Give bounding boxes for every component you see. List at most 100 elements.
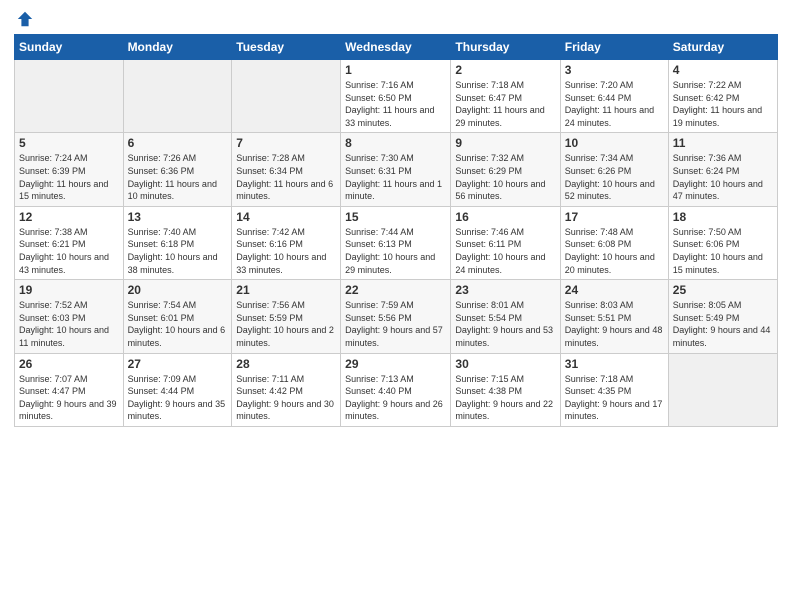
day-info: Sunrise: 7:36 AM Sunset: 6:24 PM Dayligh… — [673, 152, 773, 202]
day-info: Sunrise: 8:03 AM Sunset: 5:51 PM Dayligh… — [565, 299, 664, 349]
calendar-cell: 10 Sunrise: 7:34 AM Sunset: 6:26 PM Dayli… — [560, 133, 668, 206]
calendar-day-header: Wednesday — [341, 35, 451, 60]
day-number: 10 — [565, 136, 664, 150]
day-info: Sunrise: 7:09 AM Sunset: 4:44 PM Dayligh… — [128, 373, 228, 423]
calendar-table: SundayMondayTuesdayWednesdayThursdayFrid… — [14, 34, 778, 427]
calendar-day-header: Tuesday — [232, 35, 341, 60]
day-info: Sunrise: 7:59 AM Sunset: 5:56 PM Dayligh… — [345, 299, 446, 349]
calendar-cell: 3 Sunrise: 7:20 AM Sunset: 6:44 PM Daylig… — [560, 60, 668, 133]
day-number: 28 — [236, 357, 336, 371]
calendar-cell: 11 Sunrise: 7:36 AM Sunset: 6:24 PM Dayli… — [668, 133, 777, 206]
calendar-cell: 19 Sunrise: 7:52 AM Sunset: 6:03 PM Dayli… — [15, 280, 124, 353]
calendar-cell: 5 Sunrise: 7:24 AM Sunset: 6:39 PM Daylig… — [15, 133, 124, 206]
day-info: Sunrise: 7:38 AM Sunset: 6:21 PM Dayligh… — [19, 226, 119, 276]
day-info: Sunrise: 7:26 AM Sunset: 6:36 PM Dayligh… — [128, 152, 228, 202]
calendar-cell — [668, 353, 777, 426]
day-number: 30 — [455, 357, 555, 371]
calendar-cell: 24 Sunrise: 8:03 AM Sunset: 5:51 PM Dayli… — [560, 280, 668, 353]
day-number: 21 — [236, 283, 336, 297]
calendar-cell: 25 Sunrise: 8:05 AM Sunset: 5:49 PM Dayli… — [668, 280, 777, 353]
calendar-cell: 23Sunrise: 8:01 AM Sunset: 5:54 PM Dayli… — [451, 280, 560, 353]
day-number: 18 — [673, 210, 773, 224]
day-number: 19 — [19, 283, 119, 297]
calendar-cell: 22Sunrise: 7:59 AM Sunset: 5:56 PM Dayli… — [341, 280, 451, 353]
day-info: Sunrise: 7:52 AM Sunset: 6:03 PM Dayligh… — [19, 299, 119, 349]
calendar-cell — [232, 60, 341, 133]
day-number: 20 — [128, 283, 228, 297]
day-info: Sunrise: 7:15 AM Sunset: 4:38 PM Dayligh… — [455, 373, 555, 423]
day-info: Sunrise: 7:20 AM Sunset: 6:44 PM Dayligh… — [565, 79, 664, 129]
day-info: Sunrise: 7:16 AM Sunset: 6:50 PM Dayligh… — [345, 79, 446, 129]
calendar-cell: 15Sunrise: 7:44 AM Sunset: 6:13 PM Dayli… — [341, 206, 451, 279]
calendar-week-row: 12 Sunrise: 7:38 AM Sunset: 6:21 PM Dayli… — [15, 206, 778, 279]
day-number: 2 — [455, 63, 555, 77]
day-info: Sunrise: 7:11 AM Sunset: 4:42 PM Dayligh… — [236, 373, 336, 423]
day-number: 11 — [673, 136, 773, 150]
calendar-cell: 26 Sunrise: 7:07 AM Sunset: 4:47 PM Dayli… — [15, 353, 124, 426]
day-number: 13 — [128, 210, 228, 224]
calendar-cell: 29 Sunrise: 7:13 AM Sunset: 4:40 PM Dayli… — [341, 353, 451, 426]
day-number: 24 — [565, 283, 664, 297]
day-number: 9 — [455, 136, 555, 150]
calendar-week-row: 5 Sunrise: 7:24 AM Sunset: 6:39 PM Daylig… — [15, 133, 778, 206]
calendar-day-header: Thursday — [451, 35, 560, 60]
calendar-cell: 8 Sunrise: 7:30 AM Sunset: 6:31 PM Daylig… — [341, 133, 451, 206]
day-number: 31 — [565, 357, 664, 371]
day-number: 29 — [345, 357, 446, 371]
calendar-cell: 27 Sunrise: 7:09 AM Sunset: 4:44 PM Dayli… — [123, 353, 232, 426]
calendar-cell: 7Sunrise: 7:28 AM Sunset: 6:34 PM Daylig… — [232, 133, 341, 206]
day-number: 3 — [565, 63, 664, 77]
day-info: Sunrise: 7:54 AM Sunset: 6:01 PM Dayligh… — [128, 299, 228, 349]
calendar-day-header: Saturday — [668, 35, 777, 60]
day-info: Sunrise: 7:07 AM Sunset: 4:47 PM Dayligh… — [19, 373, 119, 423]
calendar-cell: 28 Sunrise: 7:11 AM Sunset: 4:42 PM Dayli… — [232, 353, 341, 426]
day-info: Sunrise: 7:56 AM Sunset: 5:59 PM Dayligh… — [236, 299, 336, 349]
calendar-cell: 18 Sunrise: 7:50 AM Sunset: 6:06 PM Dayli… — [668, 206, 777, 279]
calendar-week-row: 19 Sunrise: 7:52 AM Sunset: 6:03 PM Dayli… — [15, 280, 778, 353]
day-number: 5 — [19, 136, 119, 150]
calendar-cell: 31Sunrise: 7:18 AM Sunset: 4:35 PM Dayli… — [560, 353, 668, 426]
logo — [14, 10, 34, 28]
day-number: 17 — [565, 210, 664, 224]
day-info: Sunrise: 7:18 AM Sunset: 6:47 PM Dayligh… — [455, 79, 555, 129]
day-number: 1 — [345, 63, 446, 77]
calendar-cell: 13 Sunrise: 7:40 AM Sunset: 6:18 PM Dayli… — [123, 206, 232, 279]
page: SundayMondayTuesdayWednesdayThursdayFrid… — [0, 0, 792, 612]
calendar-cell — [123, 60, 232, 133]
logo-icon — [16, 10, 34, 28]
day-number: 16 — [455, 210, 555, 224]
calendar-cell: 4Sunrise: 7:22 AM Sunset: 6:42 PM Daylig… — [668, 60, 777, 133]
day-info: Sunrise: 7:32 AM Sunset: 6:29 PM Dayligh… — [455, 152, 555, 202]
day-number: 8 — [345, 136, 446, 150]
day-info: Sunrise: 7:40 AM Sunset: 6:18 PM Dayligh… — [128, 226, 228, 276]
day-info: Sunrise: 7:50 AM Sunset: 6:06 PM Dayligh… — [673, 226, 773, 276]
calendar-cell: 17 Sunrise: 7:48 AM Sunset: 6:08 PM Dayli… — [560, 206, 668, 279]
calendar-cell: 6 Sunrise: 7:26 AM Sunset: 6:36 PM Daylig… — [123, 133, 232, 206]
calendar-cell: 9 Sunrise: 7:32 AM Sunset: 6:29 PM Daylig… — [451, 133, 560, 206]
calendar-cell: 20 Sunrise: 7:54 AM Sunset: 6:01 PM Dayli… — [123, 280, 232, 353]
day-number: 6 — [128, 136, 228, 150]
day-info: Sunrise: 7:46 AM Sunset: 6:11 PM Dayligh… — [455, 226, 555, 276]
day-info: Sunrise: 7:48 AM Sunset: 6:08 PM Dayligh… — [565, 226, 664, 276]
day-number: 23 — [455, 283, 555, 297]
day-info: Sunrise: 7:34 AM Sunset: 6:26 PM Dayligh… — [565, 152, 664, 202]
day-number: 25 — [673, 283, 773, 297]
calendar-header-row: SundayMondayTuesdayWednesdayThursdayFrid… — [15, 35, 778, 60]
calendar-day-header: Friday — [560, 35, 668, 60]
day-info: Sunrise: 7:44 AM Sunset: 6:13 PM Dayligh… — [345, 226, 446, 276]
day-number: 12 — [19, 210, 119, 224]
day-number: 27 — [128, 357, 228, 371]
day-info: Sunrise: 7:42 AM Sunset: 6:16 PM Dayligh… — [236, 226, 336, 276]
day-info: Sunrise: 7:24 AM Sunset: 6:39 PM Dayligh… — [19, 152, 119, 202]
calendar-day-header: Monday — [123, 35, 232, 60]
calendar-week-row: 26 Sunrise: 7:07 AM Sunset: 4:47 PM Dayli… — [15, 353, 778, 426]
day-info: Sunrise: 8:05 AM Sunset: 5:49 PM Dayligh… — [673, 299, 773, 349]
calendar-cell: 30 Sunrise: 7:15 AM Sunset: 4:38 PM Dayli… — [451, 353, 560, 426]
day-info: Sunrise: 7:28 AM Sunset: 6:34 PM Dayligh… — [236, 152, 336, 202]
day-number: 26 — [19, 357, 119, 371]
calendar-week-row: 1 Sunrise: 7:16 AM Sunset: 6:50 PM Daylig… — [15, 60, 778, 133]
day-info: Sunrise: 7:22 AM Sunset: 6:42 PM Dayligh… — [673, 79, 773, 129]
day-info: Sunrise: 7:30 AM Sunset: 6:31 PM Dayligh… — [345, 152, 446, 202]
day-info: Sunrise: 7:13 AM Sunset: 4:40 PM Dayligh… — [345, 373, 446, 423]
calendar-day-header: Sunday — [15, 35, 124, 60]
